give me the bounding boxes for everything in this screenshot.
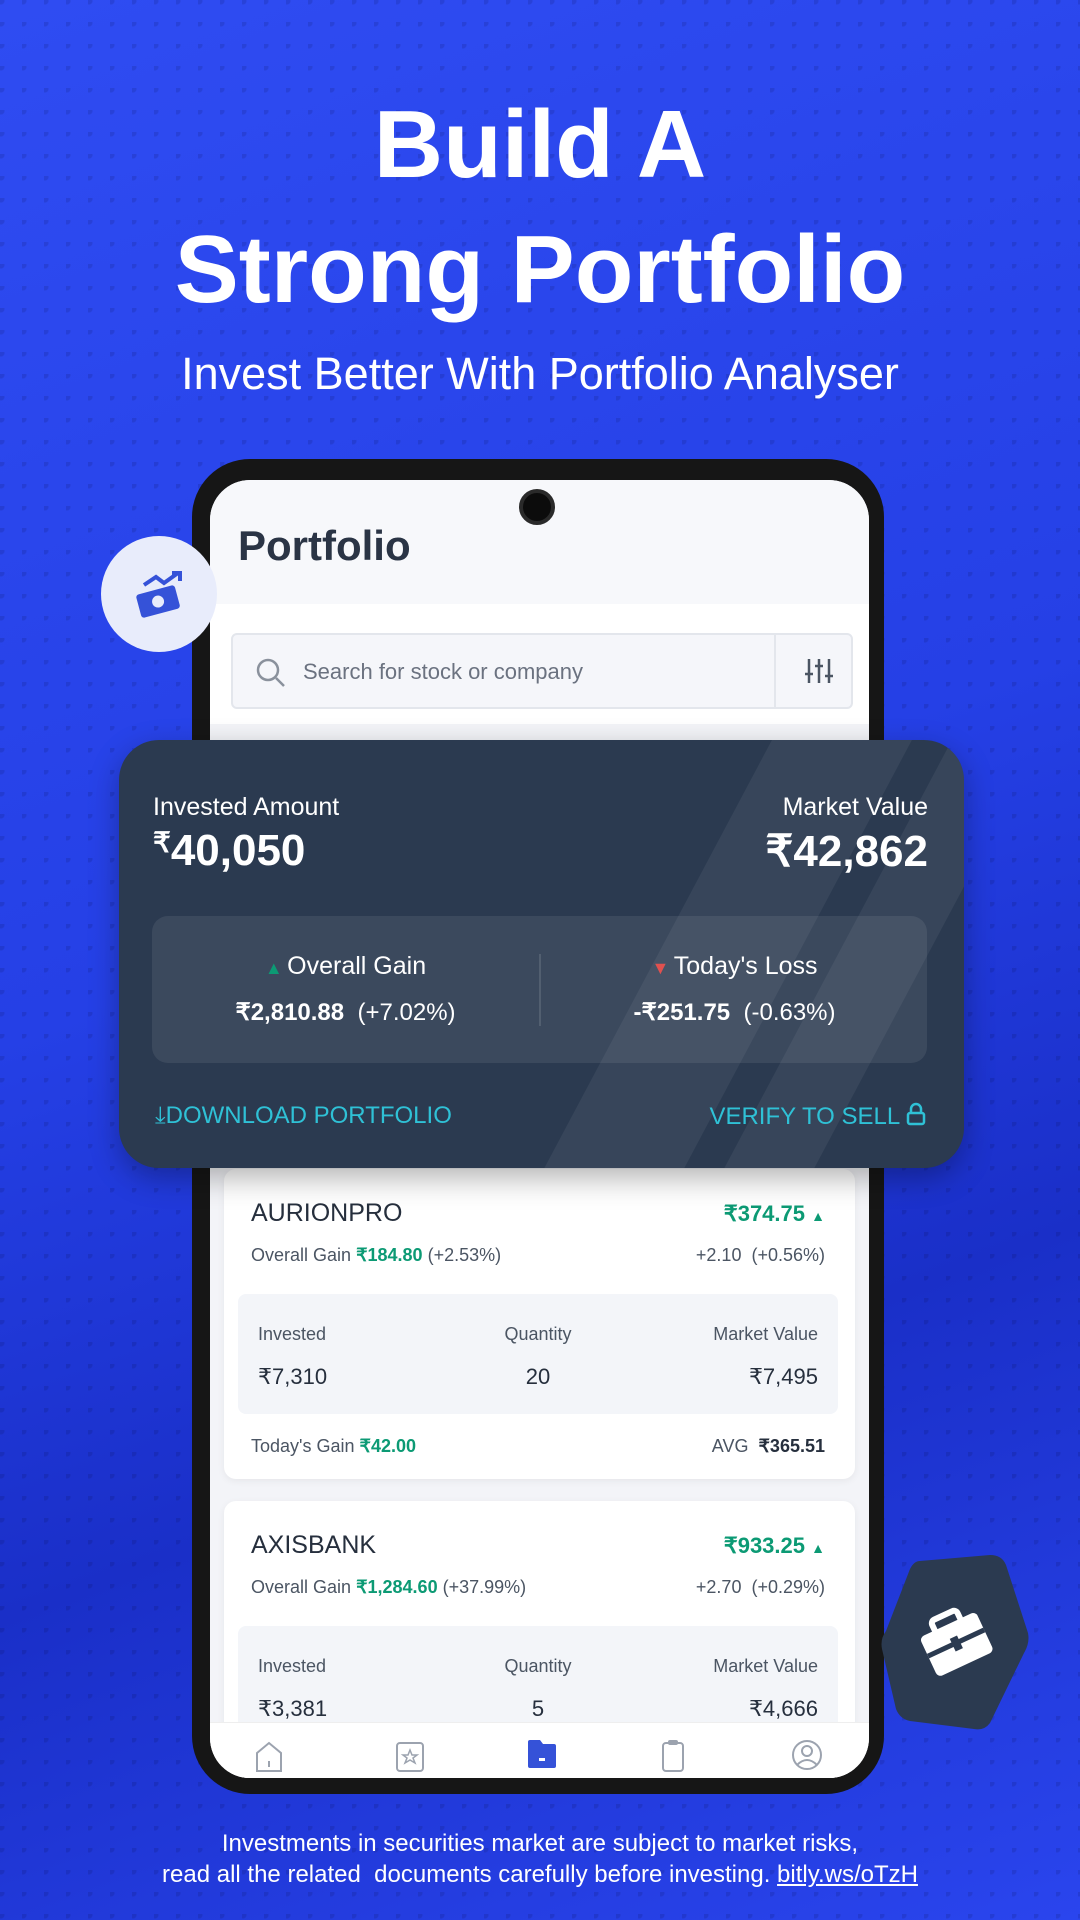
front-camera — [519, 489, 555, 525]
profile-icon[interactable] — [791, 1739, 823, 1771]
up-arrow-icon: ▲ — [811, 1208, 825, 1224]
todays-loss-value: -₹251.75 — [633, 999, 731, 1026]
currency-symbol: ₹ — [765, 827, 794, 876]
filter-icon[interactable] — [804, 657, 834, 685]
bottom-nav — [210, 1722, 869, 1778]
stock-name: AURIONPRO — [251, 1199, 403, 1227]
search-input[interactable]: Search for stock or company — [231, 633, 853, 709]
orders-icon[interactable] — [661, 1739, 685, 1773]
stock-price: ₹933.25 ▲ — [724, 1533, 825, 1559]
overall-gain-label: Overall Gain — [287, 952, 427, 980]
gain-label: Overall Gain — [251, 1245, 352, 1265]
invested-amount: 40,050 — [170, 826, 306, 875]
divider — [774, 635, 776, 707]
home-icon[interactable] — [254, 1741, 284, 1773]
verify-label: VERIFY TO SELL — [709, 1103, 900, 1130]
disclaimer-text: read all the related documents carefully… — [162, 1861, 771, 1888]
up-arrow-icon: ▲ — [811, 1540, 825, 1556]
market-value: ₹4,666 — [748, 1696, 818, 1721]
lock-icon — [906, 1102, 926, 1126]
todays-gain: Today's Gain ₹42.00 — [251, 1436, 416, 1457]
hero-title-line1: Build A — [373, 91, 707, 198]
overall-gain-values: ₹2,810.88 (+7.02%) — [152, 998, 539, 1027]
gain-pct: (+2.53%) — [427, 1245, 502, 1265]
gain-value: ₹184.80 — [356, 1245, 423, 1265]
currency-symbol: ₹ — [153, 827, 171, 858]
avg-label: AVG — [711, 1436, 749, 1456]
portfolio-icon[interactable] — [527, 1739, 557, 1769]
price-value: ₹374.75 — [723, 1201, 806, 1226]
search-placeholder: Search for stock or company — [303, 659, 584, 684]
disclaimer-line1: Investments in securities market are sub… — [221, 1830, 859, 1857]
price-value: ₹933.25 — [723, 1533, 806, 1558]
stock-name: AXISBANK — [251, 1531, 377, 1559]
overall-gain-pct: (+7.02%) — [357, 999, 456, 1026]
holding-card[interactable]: AURIONPRO ₹374.75 ▲ Overall Gain ₹184.80… — [224, 1169, 855, 1479]
market-value-label: Market Value — [713, 1656, 818, 1676]
market-value-label: Market Value — [713, 1324, 818, 1344]
overall-gain-value: ₹2,810.88 — [235, 999, 345, 1026]
search-icon — [256, 658, 285, 687]
gain-value: ₹1,284.60 — [356, 1577, 438, 1597]
todays-loss-header: ▼ Today's Loss — [541, 952, 928, 981]
gain-pct: (+37.99%) — [442, 1577, 527, 1597]
market-value-total: ₹42,862 — [765, 826, 928, 877]
briefcase-badge — [881, 1555, 1029, 1730]
overall-gain: Overall Gain ₹1,284.60 (+37.99%) — [251, 1577, 526, 1598]
stock-price: ₹374.75 ▲ — [724, 1201, 825, 1227]
download-label: DOWNLOAD PORTFOLIO — [165, 1102, 452, 1129]
todays-gain-value: ₹42.00 — [359, 1436, 417, 1456]
avg-price: AVG ₹365.51 — [712, 1436, 825, 1457]
hero-title-line2: Strong Portfolio — [174, 216, 906, 323]
day-change: +2.70 (+0.29%) — [695, 1577, 825, 1597]
page-title: Portfolio — [238, 522, 411, 569]
hero-subtitle: Invest Better With Portfolio Analyser — [181, 348, 899, 399]
todays-gain-label: Today's Gain — [251, 1436, 355, 1456]
todays-loss-pct: (-0.63%) — [743, 999, 836, 1026]
overall-gain: Overall Gain ₹184.80 (+2.53%) — [251, 1245, 501, 1266]
download-portfolio-button[interactable]: ⤓DOWNLOAD PORTFOLIO — [155, 1102, 452, 1130]
disclaimer-link[interactable]: bitly.ws/oTzH — [777, 1861, 918, 1888]
invested-amount-label: Invested Amount — [153, 793, 340, 821]
search-bar-area: Search for stock or company — [210, 604, 869, 724]
verify-to-sell-button[interactable]: VERIFY TO SELL — [709, 1102, 926, 1131]
market-value-amount: 42,862 — [793, 827, 928, 876]
holding-details: Invested Quantity Market Value ₹7,310 20… — [238, 1294, 838, 1414]
invested-amount-value: ₹40,050 — [153, 826, 305, 876]
todays-loss-values: -₹251.75 (-0.63%) — [541, 998, 928, 1027]
market-value: ₹7,495 — [748, 1364, 818, 1389]
gain-label: Overall Gain — [251, 1577, 352, 1597]
money-growth-icon — [136, 571, 182, 618]
avg-value: ₹365.51 — [758, 1436, 825, 1456]
down-triangle-icon: ▼ — [651, 958, 670, 978]
download-icon: ⤓ — [155, 1102, 166, 1129]
disclaimer-line2: read all the related documents carefully… — [0, 1861, 1080, 1889]
money-badge — [101, 536, 217, 652]
overall-gain-header: ▲ Overall Gain — [152, 952, 539, 981]
todays-loss-label: Today's Loss — [673, 952, 818, 980]
up-triangle-icon: ▲ — [264, 958, 283, 978]
watchlist-icon[interactable] — [395, 1741, 425, 1773]
portfolio-summary-card: Invested Amount ₹40,050 Market Value ₹42… — [119, 740, 964, 1168]
day-change: +2.10 (+0.56%) — [695, 1245, 825, 1265]
gain-loss-box: ▲ Overall Gain ₹2,810.88 (+7.02%) ▼ Toda… — [152, 916, 927, 1063]
market-value-label: Market Value — [782, 793, 928, 821]
